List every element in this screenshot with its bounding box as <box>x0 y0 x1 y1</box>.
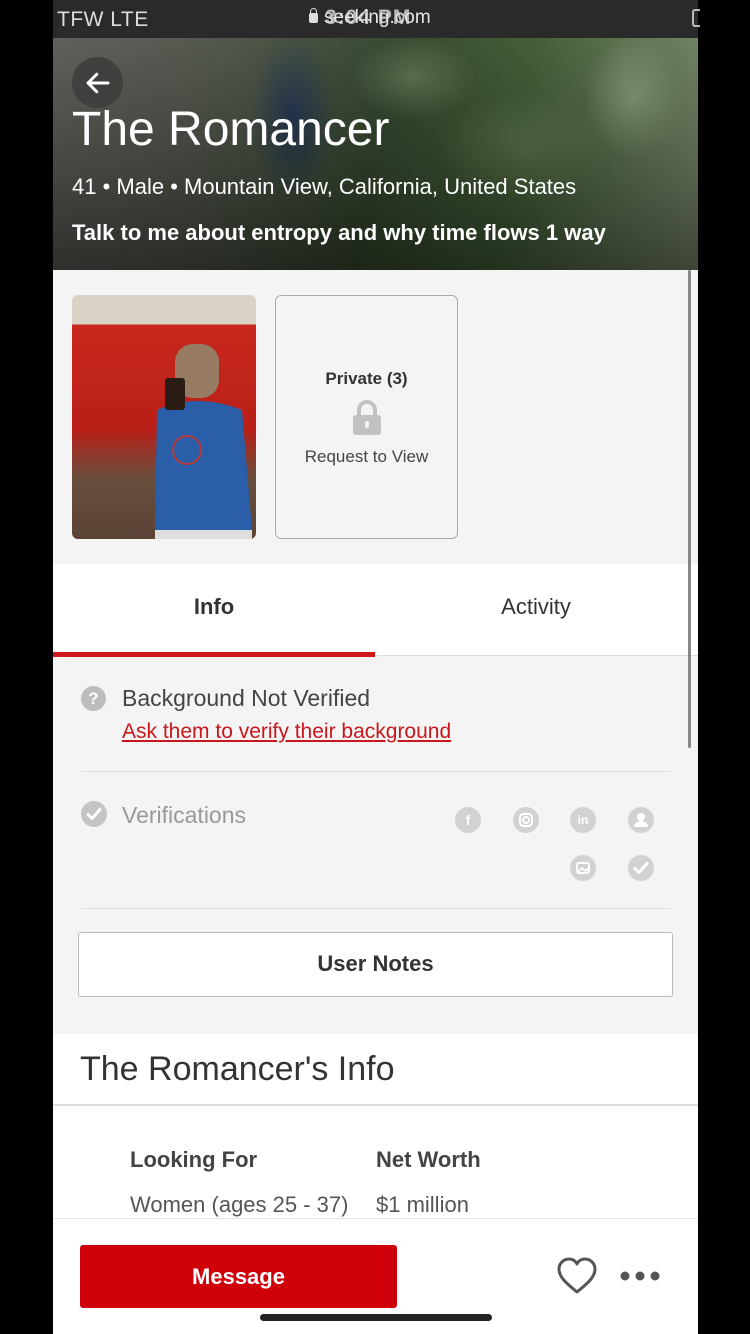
profile-hero: The Romancer 41 • Male • Mountain View, … <box>53 38 698 270</box>
status-bar: TFW LTE seeking.com 3:04 PM <box>53 0 700 38</box>
divider <box>81 771 671 772</box>
message-button[interactable]: Message <box>80 1245 397 1308</box>
profile-content: Private (3) Request to View Info Activit… <box>53 270 698 1334</box>
action-bar: Message <box>53 1218 698 1334</box>
verified-icon[interactable] <box>628 855 654 881</box>
verify-background-link[interactable]: Ask them to verify their background <box>122 720 451 744</box>
linkedin-icon[interactable]: in <box>570 807 596 833</box>
profile-icon[interactable] <box>628 807 654 833</box>
instagram-icon[interactable] <box>513 807 539 833</box>
facebook-icon[interactable]: f <box>455 807 481 833</box>
private-photos-card[interactable]: Private (3) Request to View <box>275 295 458 539</box>
home-indicator <box>260 1314 492 1321</box>
private-photos-count: Private (3) <box>325 369 408 388</box>
battery-icon <box>692 9 700 27</box>
divider <box>81 908 671 909</box>
scrollbar[interactable] <box>688 270 691 748</box>
photo-icon[interactable] <box>570 855 596 881</box>
tab-info[interactable]: Info <box>53 564 375 654</box>
back-button[interactable] <box>72 57 123 108</box>
check-circle-icon <box>81 801 107 827</box>
tab-activity[interactable]: Activity <box>375 564 697 654</box>
user-notes-button[interactable]: User Notes <box>78 932 673 997</box>
arrow-left-icon <box>86 72 109 93</box>
profile-photo[interactable] <box>72 295 256 539</box>
profile-tagline: Talk to me about entropy and why time fl… <box>72 220 606 245</box>
looking-for-value: Women (ages 25 - 37) <box>130 1192 349 1217</box>
net-worth-value: $1 million <box>376 1192 469 1217</box>
question-icon: ? <box>81 686 106 711</box>
looking-for-label: Looking For <box>130 1147 258 1172</box>
active-tab-indicator <box>53 652 375 657</box>
verifications-label: Verifications <box>122 802 247 828</box>
net-worth-label: Net Worth <box>376 1147 481 1172</box>
background-status: Background Not Verified <box>122 685 371 711</box>
lock-icon <box>309 8 318 23</box>
more-options-icon[interactable] <box>619 1266 661 1286</box>
person-photo-image <box>155 344 252 539</box>
request-to-view-link[interactable]: Request to View <box>276 447 457 467</box>
carrier-label: TFW LTE <box>57 8 149 31</box>
profile-tabs: Info Activity <box>53 564 698 657</box>
lock-icon <box>353 400 381 435</box>
info-section-title: The Romancer's Info <box>80 1050 395 1088</box>
profile-name: The Romancer <box>72 103 390 156</box>
heart-icon[interactable] <box>556 1256 598 1296</box>
divider <box>53 1104 698 1106</box>
clock: 3:04 PM <box>325 6 412 29</box>
profile-meta: 41 • Male • Mountain View, California, U… <box>72 174 577 199</box>
